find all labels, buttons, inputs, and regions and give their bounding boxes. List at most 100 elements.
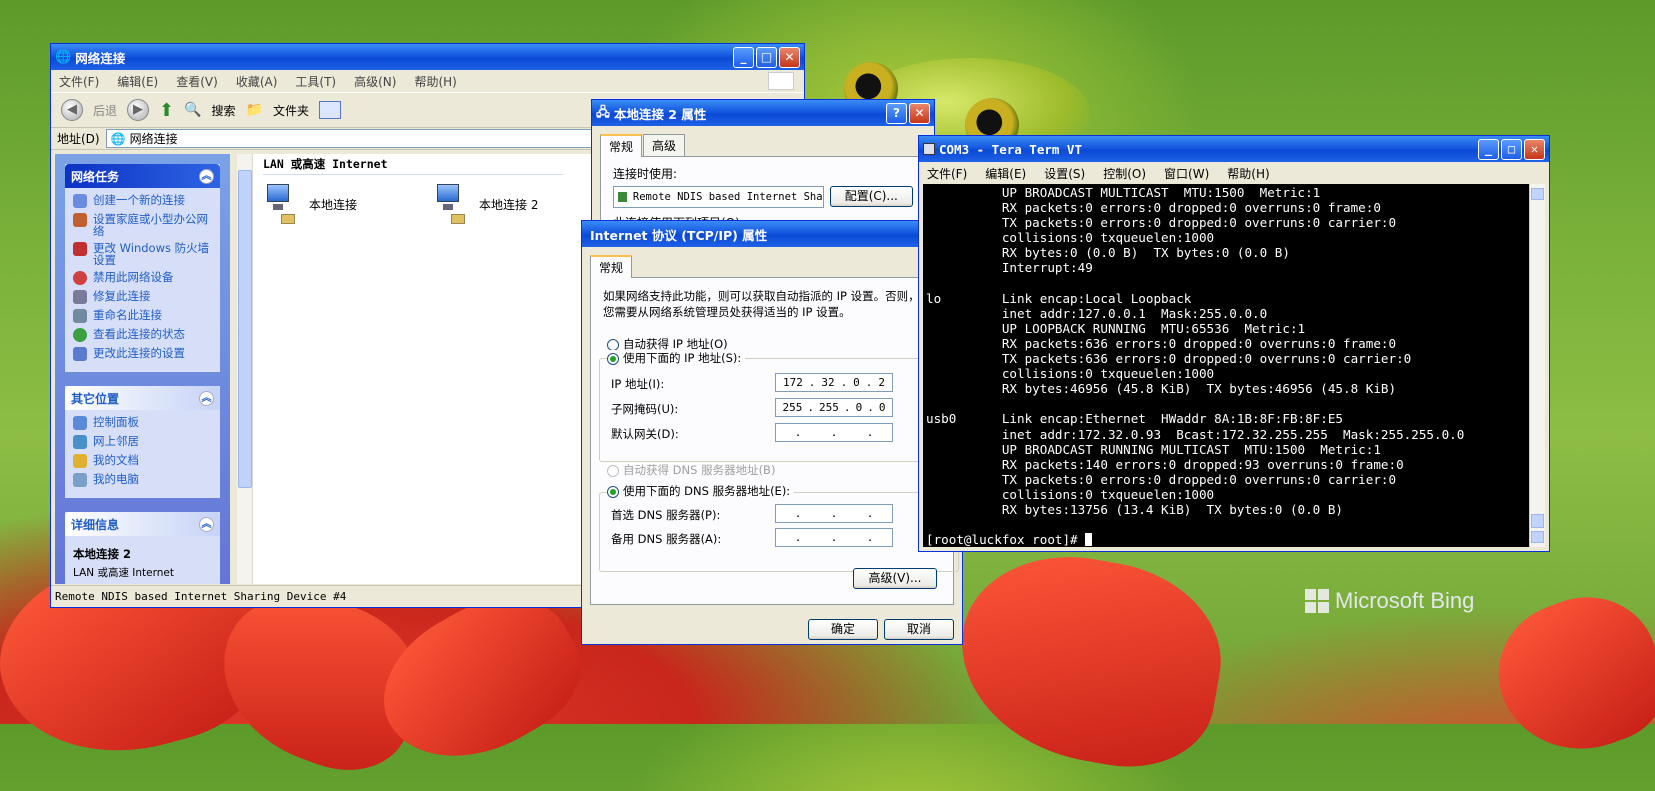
terminal-line: TX packets:0 errors:0 dropped:0 overruns…: [926, 471, 1397, 487]
back-arrow-icon[interactable]: ◀: [61, 99, 83, 121]
radio-on-icon: [607, 485, 619, 498]
forward-arrow-icon[interactable]: ▶: [127, 99, 150, 121]
up-folder-icon[interactable]: ⬆: [159, 100, 174, 121]
place-network-neighborhood[interactable]: 网上邻居: [73, 435, 214, 449]
gateway-input[interactable]: ...: [775, 423, 893, 442]
tab-advanced[interactable]: 高级: [643, 134, 686, 156]
network-tasks-header[interactable]: 网络任务 ︽: [65, 164, 220, 188]
ok-button[interactable]: 确定: [808, 619, 878, 640]
terminal-output[interactable]: UP BROADCAST MULTICAST MTU:1500 Metric:1…: [923, 184, 1529, 547]
task-disable-device[interactable]: 禁用此网络设备: [73, 271, 214, 285]
connection-item-2[interactable]: 本地连接 2: [433, 182, 538, 226]
properties-titlebar[interactable]: 🖧 本地连接 2 属性 ? ✕: [592, 100, 934, 126]
help-button[interactable]: ?: [886, 102, 907, 124]
place-my-computer[interactable]: 我的电脑: [73, 473, 214, 487]
menu-help[interactable]: 帮助(H): [1227, 165, 1269, 182]
menu-file[interactable]: 文件(F): [927, 165, 967, 182]
minimize-button[interactable]: _: [733, 46, 754, 68]
tab-general[interactable]: 常规: [600, 134, 643, 157]
terminal-menubar: 文件(F) 编辑(E) 设置(S) 控制(O) 窗口(W) 帮助(H): [919, 162, 1549, 184]
preferred-dns-input[interactable]: ...: [775, 504, 893, 523]
maximize-button[interactable]: □: [1501, 138, 1522, 160]
terminal-line: inet addr:127.0.0.1 Mask:255.0.0.0: [926, 305, 1268, 321]
close-button[interactable]: ✕: [1524, 138, 1545, 160]
folders-button[interactable]: 文件夹: [273, 102, 309, 119]
task-change-settings[interactable]: 更改此连接的设置: [73, 347, 214, 361]
back-button-label[interactable]: 后退: [93, 102, 117, 119]
scroll-up-arrow-icon[interactable]: [1531, 188, 1544, 200]
properties-title: 本地连接 2 属性: [613, 106, 707, 122]
menu-edit[interactable]: 编辑(E): [117, 73, 158, 90]
folder-icon: 📁: [245, 102, 263, 118]
scroll-down-arrow-icon[interactable]: [1531, 531, 1544, 543]
other-places-panel: 其它位置 ︽ 控制面板 网上邻居 我的文档 我的电脑: [65, 386, 220, 498]
task-repair[interactable]: 修复此连接: [73, 290, 214, 304]
task-view-status[interactable]: 查看此连接的状态: [73, 328, 214, 342]
terminal-line: UP LOOPBACK RUNNING MTU:65536 Metric:1: [926, 320, 1306, 336]
place-control-panel[interactable]: 控制面板: [73, 416, 214, 430]
bing-watermark: Microsoft Bing: [1305, 588, 1474, 614]
menu-advanced[interactable]: 高级(N): [354, 73, 396, 90]
menu-help[interactable]: 帮助(H): [414, 73, 456, 90]
ip-address-input[interactable]: 172. 32. 0. 2: [775, 373, 893, 392]
menu-favorites[interactable]: 收藏(A): [236, 73, 278, 90]
tab-general[interactable]: 常规: [590, 255, 633, 278]
menu-control[interactable]: 控制(O): [1103, 165, 1146, 182]
place-my-documents[interactable]: 我的文档: [73, 454, 214, 468]
gateway-label: 默认网关(D):: [611, 427, 679, 441]
menu-view[interactable]: 查看(V): [176, 73, 218, 90]
advanced-button[interactable]: 高级(V)...: [853, 568, 937, 589]
details-header[interactable]: 详细信息 ︽: [65, 512, 220, 536]
terminal-line: RX packets:140 errors:0 dropped:93 overr…: [926, 456, 1404, 472]
configure-button[interactable]: 配置(C)...: [829, 186, 913, 207]
menu-file[interactable]: 文件(F): [59, 73, 99, 90]
close-button[interactable]: ✕: [779, 46, 800, 68]
collapse-chevron-icon[interactable]: ︽: [199, 168, 214, 184]
close-button[interactable]: ✕: [909, 102, 930, 124]
terminal-lines: UP BROADCAST MULTICAST MTU:1500 Metric:1…: [926, 185, 1529, 532]
explorer-menubar: 文件(F) 编辑(E) 查看(V) 收藏(A) 工具(T) 高级(N) 帮助(H…: [51, 70, 804, 92]
menu-setup[interactable]: 设置(S): [1044, 165, 1085, 182]
connection-label: 本地连接 2: [479, 197, 539, 212]
connection-item-1[interactable]: 本地连接: [263, 182, 357, 226]
alternate-dns-input[interactable]: ...: [775, 528, 893, 547]
auto-dns-radio[interactable]: 自动获得 DNS 服务器地址(B): [607, 462, 775, 478]
terminal-scrollbar[interactable]: [1529, 184, 1545, 547]
menu-window[interactable]: 窗口(W): [1164, 165, 1209, 182]
maximize-button[interactable]: □: [756, 46, 777, 68]
menu-edit[interactable]: 编辑(E): [985, 165, 1026, 182]
radio-off-icon: [607, 464, 619, 477]
details-type: LAN 或高速 Internet: [73, 567, 174, 579]
use-dns-radio[interactable]: 使用下面的 DNS 服务器地址(E):: [607, 483, 795, 499]
views-icon[interactable]: [319, 101, 342, 119]
menu-tools[interactable]: 工具(T): [295, 73, 336, 90]
other-places-header[interactable]: 其它位置 ︽: [65, 386, 220, 410]
use-ip-radio[interactable]: 使用下面的 IP 地址(S):: [607, 350, 746, 366]
adapter-name: Remote NDIS based Internet Sha: [632, 191, 823, 203]
task-firewall[interactable]: 更改 Windows 防火墙设置: [73, 242, 214, 266]
radio-off-icon: [607, 338, 619, 351]
scrollbar-thumb[interactable]: [1531, 514, 1544, 528]
intro-text-line1: 如果网络支持此功能，则可以获取自动指派的 IP 设置。否则，: [603, 289, 920, 303]
subnet-mask-input[interactable]: 255. 255. 0. 0: [775, 398, 893, 417]
task-create-connection[interactable]: 创建一个新的连接: [73, 194, 214, 208]
network-icon: 🌐: [110, 131, 126, 146]
collapse-chevron-icon[interactable]: ︽: [199, 516, 214, 532]
terminal-line: RX packets:0 errors:0 dropped:0 overruns…: [926, 200, 1381, 216]
scrollbar-thumb[interactable]: [238, 170, 252, 488]
connect-using-label: 连接时使用:: [613, 167, 678, 181]
cancel-button[interactable]: 取消: [884, 619, 954, 640]
terminal-titlebar[interactable]: COM3 - Tera Term VT _ □ ✕: [919, 136, 1549, 162]
terminal-line: collisions:0 txqueuelen:1000: [926, 366, 1215, 382]
intro-text-line2: 您需要从网络系统管理员处获得适当的 IP 设置。: [603, 305, 851, 319]
explorer-titlebar[interactable]: 🌐 网络连接 _ □ ✕: [51, 44, 804, 70]
terminal-line: UP BROADCAST MULTICAST MTU:1500 Metric:1: [926, 185, 1321, 200]
collapse-chevron-icon[interactable]: ︽: [199, 390, 214, 406]
task-rename[interactable]: 重命名此连接: [73, 309, 214, 323]
search-button[interactable]: 搜索: [212, 102, 236, 119]
tcpip-titlebar[interactable]: Internet 协议 (TCP/IP) 属性: [582, 221, 962, 247]
vertical-scrollbar[interactable]: [237, 154, 253, 584]
network-tasks-title: 网络任务: [71, 169, 120, 184]
task-home-network[interactable]: 设置家庭或小型办公网络: [73, 213, 214, 237]
minimize-button[interactable]: _: [1478, 138, 1499, 160]
